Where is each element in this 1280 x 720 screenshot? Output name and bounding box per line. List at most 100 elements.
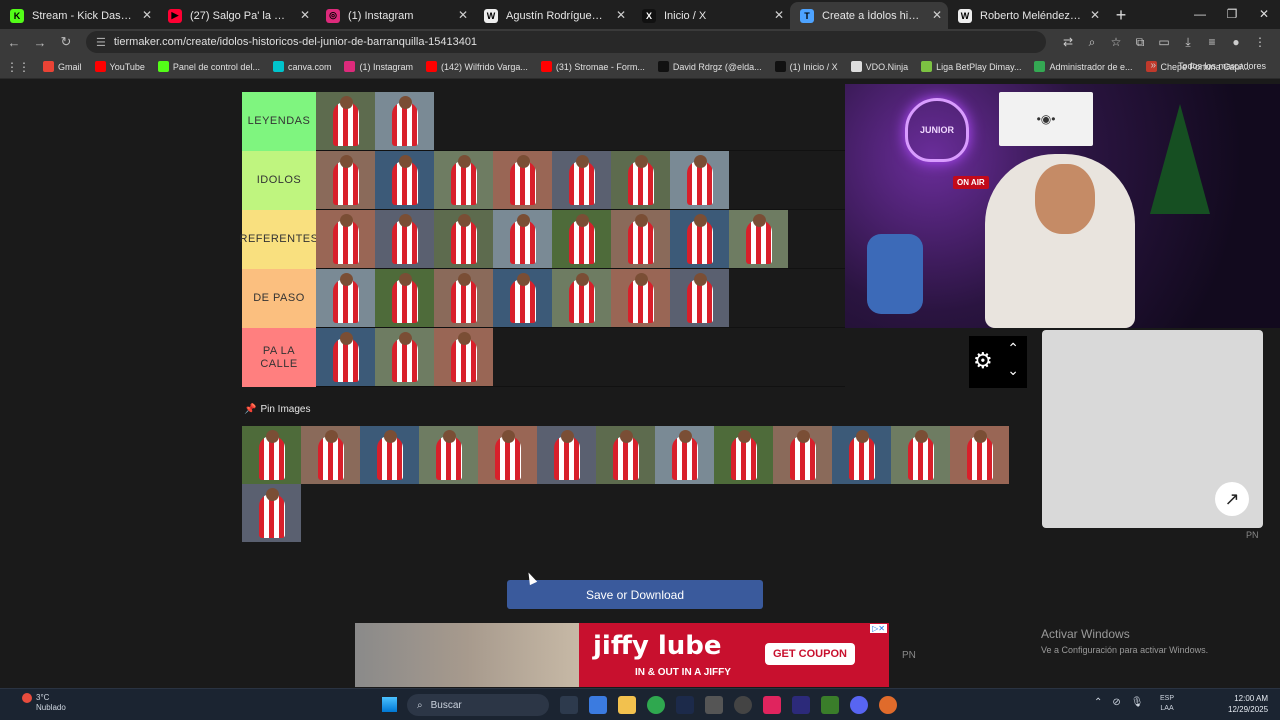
player-image[interactable] — [242, 426, 301, 484]
more-bookmarks-icon[interactable]: » — [1150, 60, 1156, 71]
player-image[interactable] — [434, 151, 493, 209]
forward-icon[interactable]: → — [28, 35, 52, 50]
zoom-icon[interactable]: ⌕ — [1080, 35, 1104, 50]
tier-label[interactable]: DE PASO — [242, 269, 316, 328]
side-ad-video[interactable]: ↗ — [1042, 330, 1263, 528]
chevron-up-icon[interactable]: ⌃ — [1007, 340, 1019, 357]
after-effects-icon[interactable] — [792, 696, 810, 714]
bookmark-item[interactable]: (31) Stromae - Form... — [540, 61, 645, 72]
player-image[interactable] — [891, 426, 950, 484]
playlist-icon[interactable]: ≡ — [1200, 35, 1224, 50]
translate-icon[interactable]: ⇄ — [1056, 35, 1080, 50]
weather-widget[interactable]: 3°C Nublado — [22, 693, 66, 713]
player-image[interactable] — [375, 210, 434, 268]
tab-close-icon[interactable]: ✕ — [1090, 8, 1100, 22]
taskbar-search[interactable]: ⌕ Buscar — [407, 694, 549, 716]
gear-icon[interactable]: ⚙ — [973, 348, 993, 374]
player-image[interactable] — [434, 210, 493, 268]
player-image[interactable] — [655, 426, 714, 484]
mic-icon[interactable]: 🎙 — [1131, 697, 1144, 708]
player-image[interactable] — [773, 426, 832, 484]
all-bookmarks-folder[interactable]: Todos los marcadores — [1178, 61, 1266, 71]
tier-label[interactable]: IDOLOS — [242, 151, 316, 210]
obs-studio-icon[interactable] — [734, 696, 752, 714]
minimize-icon[interactable]: — — [1184, 0, 1216, 29]
bookmark-item[interactable]: canva.com — [272, 61, 331, 72]
player-image[interactable] — [611, 210, 670, 268]
player-image[interactable] — [670, 269, 729, 327]
player-image[interactable] — [493, 269, 552, 327]
player-image[interactable] — [611, 269, 670, 327]
download-icon[interactable]: ⤓ — [1176, 35, 1200, 50]
player-image[interactable] — [316, 269, 375, 327]
site-info-icon[interactable]: ☰ — [96, 36, 106, 49]
ad-choices-icon[interactable]: ▷✕ — [870, 624, 887, 633]
player-image[interactable] — [611, 151, 670, 209]
get-coupon-button[interactable]: GET COUPON — [765, 643, 855, 665]
player-image[interactable] — [375, 92, 434, 150]
bookmark-item[interactable]: VDO.Ninja — [850, 61, 908, 72]
player-image[interactable] — [242, 484, 301, 542]
player-image[interactable] — [478, 426, 537, 484]
bookmark-item[interactable]: David Rdrgz (@elda... — [657, 61, 762, 72]
player-image[interactable] — [950, 426, 1009, 484]
player-image[interactable] — [714, 426, 773, 484]
pin-images-toggle[interactable]: 📌 Pin Images — [244, 404, 310, 415]
player-image[interactable] — [375, 269, 434, 327]
sidebar-icon[interactable]: ▭ — [1152, 35, 1176, 50]
address-bar[interactable]: ☰ tiermaker.com/create/idolos-historicos… — [86, 31, 1046, 53]
player-image[interactable] — [537, 426, 596, 484]
player-image[interactable] — [316, 328, 375, 386]
discord-icon[interactable] — [850, 696, 868, 714]
player-image[interactable] — [596, 426, 655, 484]
profile-icon[interactable]: ● — [1224, 35, 1248, 50]
bookmark-item[interactable]: (1) Inicio / X — [774, 61, 838, 72]
bookmark-item[interactable]: (142) Wilfrido Varga... — [426, 61, 528, 72]
player-image[interactable] — [316, 210, 375, 268]
obs-icon[interactable] — [705, 696, 723, 714]
tab-close-icon[interactable]: ✕ — [932, 8, 942, 22]
task-view-icon[interactable] — [560, 696, 578, 714]
menu-icon[interactable]: ⋮ — [1248, 35, 1272, 50]
apps-icon[interactable]: ⋮⋮ — [6, 60, 30, 74]
copilot-icon[interactable] — [589, 696, 607, 714]
bookmark-item[interactable]: YouTube — [94, 61, 145, 72]
bookmark-star-icon[interactable]: ☆ — [1104, 35, 1128, 50]
tier-label[interactable]: PA LA CALLE — [242, 328, 316, 387]
photoshop-icon[interactable] — [676, 696, 694, 714]
player-image[interactable] — [493, 210, 552, 268]
tier-label[interactable]: LEYENDAS — [242, 92, 316, 151]
player-image[interactable] — [552, 269, 611, 327]
player-image[interactable] — [375, 151, 434, 209]
browser-tab[interactable]: ◎ (1) Instagram ✕ — [316, 2, 474, 29]
player-image[interactable] — [552, 210, 611, 268]
tab-close-icon[interactable]: ✕ — [458, 8, 468, 22]
browser-tab[interactable]: T Create a Ídolos históricos del Ju ✕ — [790, 2, 948, 29]
chrome-icon[interactable] — [647, 696, 665, 714]
tab-close-icon[interactable]: ✕ — [300, 8, 310, 22]
reload-icon[interactable]: ↻ — [54, 34, 78, 50]
file-explorer-icon[interactable] — [618, 696, 636, 714]
extensions-icon[interactable]: ⧉ — [1128, 35, 1152, 50]
nvidia-icon[interactable] — [821, 696, 839, 714]
language-indicator[interactable]: ESP LAA — [1160, 694, 1174, 714]
player-image[interactable] — [316, 92, 375, 150]
new-tab-button[interactable]: + — [1106, 2, 1136, 29]
player-image[interactable] — [832, 426, 891, 484]
tab-close-icon[interactable]: ✕ — [142, 8, 152, 22]
player-image[interactable] — [375, 328, 434, 386]
windows-start-icon[interactable] — [382, 697, 397, 712]
tray-expand-icon[interactable]: ⌃ — [1094, 697, 1102, 708]
browser-tab[interactable]: ▶ (27) Salgo Pa' la Calle - YouTub ✕ — [158, 2, 316, 29]
browser-tab[interactable]: W Roberto Meléndez - Wikipedia ✕ — [948, 2, 1106, 29]
player-image[interactable] — [493, 151, 552, 209]
player-image[interactable] — [434, 269, 493, 327]
network-off-icon[interactable]: ⊘ — [1112, 697, 1120, 708]
player-image[interactable] — [670, 151, 729, 209]
player-image[interactable] — [729, 210, 788, 268]
browser-tab[interactable]: X Inicio / X ✕ — [632, 2, 790, 29]
player-image[interactable] — [552, 151, 611, 209]
clock[interactable]: 12:00 AM 12/29/2025 — [1228, 693, 1268, 715]
tier-label[interactable]: REFERENTES — [240, 210, 318, 269]
player-image[interactable] — [360, 426, 419, 484]
